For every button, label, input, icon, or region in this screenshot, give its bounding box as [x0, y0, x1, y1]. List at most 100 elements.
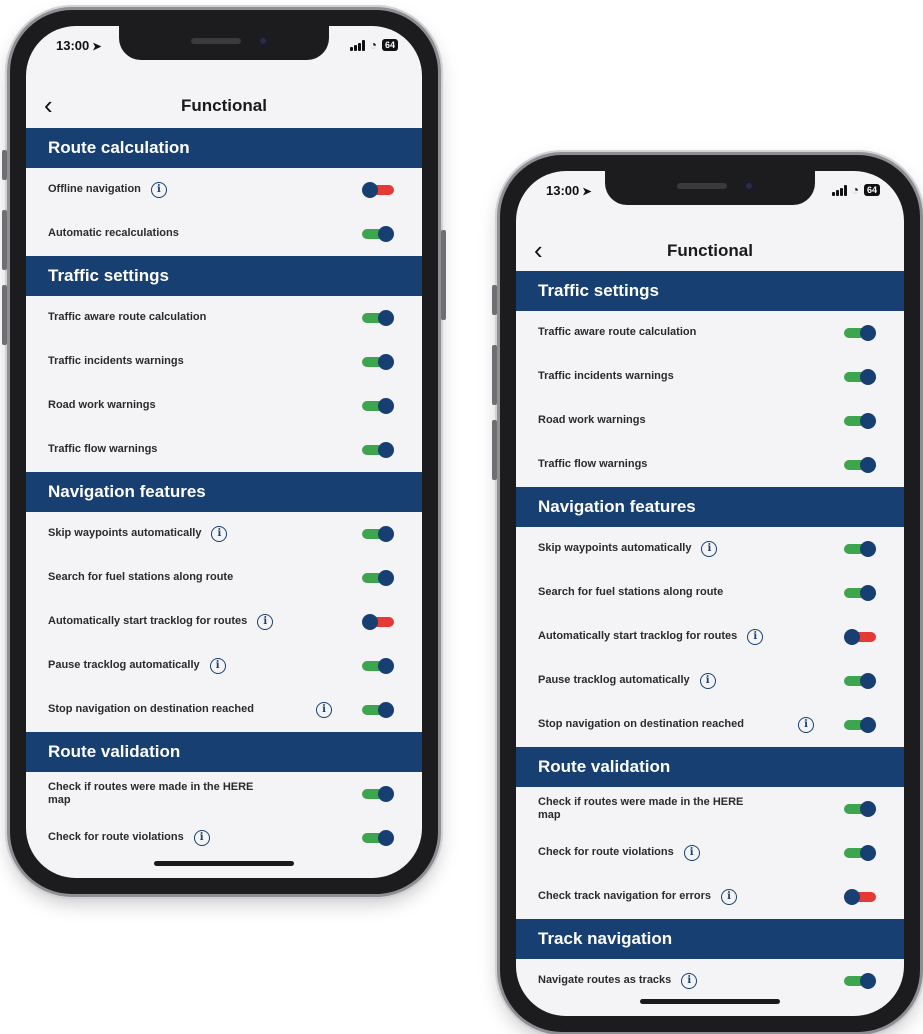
setting-row-skip-waypoints-automatically: Skip waypoints automatically i — [516, 527, 904, 571]
info-circle-icon[interactable]: i — [257, 613, 274, 630]
setting-row-pause-tracklog-automatically: Pause tracklog automatically i — [26, 644, 422, 688]
setting-label: Skip waypoints automatically — [48, 527, 202, 539]
toggle-switch[interactable] — [362, 786, 394, 802]
setting-label: Traffic flow warnings — [48, 443, 158, 455]
toggle-switch[interactable] — [844, 629, 876, 645]
toggle-switch[interactable] — [362, 310, 394, 326]
status-time: 13:00 ➤ — [56, 38, 101, 53]
toggle-knob — [378, 526, 394, 542]
setting-label: Check track navigation for errors — [538, 890, 712, 902]
setting-label: Offline navigation — [48, 183, 141, 195]
toggle-switch[interactable] — [362, 442, 394, 458]
toggle-switch[interactable] — [844, 413, 876, 429]
setting-label: Stop navigation on destination reached — [538, 718, 744, 730]
power-button — [441, 230, 446, 320]
setting-label: Pause tracklog automatically — [48, 659, 200, 671]
toggle-switch[interactable] — [844, 717, 876, 733]
volume-down-button — [492, 420, 497, 480]
setting-row-pause-tracklog-automatically: Pause tracklog automatically i — [516, 659, 904, 703]
home-indicator[interactable] — [154, 861, 294, 866]
setting-label: Traffic incidents warnings — [48, 355, 184, 367]
setting-label: Stop navigation on destination reached — [48, 703, 254, 715]
info-circle-icon[interactable]: i — [683, 844, 700, 861]
setting-row-stop-navigation-on-destination-reached: Stop navigation on destination reached i — [516, 703, 904, 747]
section-header-track-navigation: Track navigation — [516, 919, 904, 959]
toggle-knob — [378, 226, 394, 242]
info-circle-icon[interactable]: i — [798, 716, 814, 733]
toggle-switch[interactable] — [844, 369, 876, 385]
info-circle-icon[interactable]: i — [681, 972, 698, 989]
setting-label: Traffic aware route calculation — [538, 326, 697, 338]
info-circle-icon[interactable]: i — [747, 628, 764, 645]
toggle-knob — [860, 801, 876, 817]
home-indicator[interactable] — [640, 999, 780, 1004]
settings-list: Route calculation Offline navigation i Auto… — [26, 128, 422, 860]
setting-row-offline-navigation: Offline navigation i — [26, 168, 422, 212]
mute-switch — [2, 150, 7, 180]
toggle-knob — [860, 541, 876, 557]
toggle-knob — [378, 310, 394, 326]
info-circle-icon[interactable]: i — [721, 888, 738, 905]
setting-row-search-for-fuel-stations-along-route: Search for fuel stations along route — [516, 571, 904, 615]
setting-label: Search for fuel stations along route — [538, 586, 724, 598]
info-circle-icon[interactable]: i — [211, 525, 228, 542]
toggle-switch[interactable] — [844, 845, 876, 861]
status-time: 13:00 ➤ — [546, 183, 591, 198]
toggle-switch[interactable] — [362, 570, 394, 586]
toggle-switch[interactable] — [844, 325, 876, 341]
toggle-switch[interactable] — [844, 889, 876, 905]
toggle-switch[interactable] — [844, 541, 876, 557]
info-circle-icon[interactable]: i — [316, 701, 332, 718]
setting-row-road-work-warnings: Road work warnings — [26, 384, 422, 428]
toggle-switch[interactable] — [362, 526, 394, 542]
battery-icon: 64 — [863, 184, 880, 196]
page-title: Functional — [667, 241, 753, 260]
phone-right: 13:00 ➤ ◔ 64 ‹ Functional Traffic setting… — [492, 155, 920, 1032]
setting-label: Check if routes were made in the HERE ma… — [48, 780, 254, 806]
info-circle-icon[interactable]: i — [209, 657, 226, 674]
toggle-knob — [860, 325, 876, 341]
info-circle-icon[interactable]: i — [701, 540, 718, 557]
toggle-switch[interactable] — [362, 658, 394, 674]
cellular-signal-icon — [831, 184, 847, 196]
section-header-navigation-features: Navigation features — [26, 472, 422, 512]
info-circle-icon[interactable]: i — [193, 829, 210, 846]
toggle-switch[interactable] — [844, 457, 876, 473]
toggle-knob — [378, 354, 394, 370]
toggle-switch[interactable] — [362, 702, 394, 718]
toggle-knob — [860, 413, 876, 429]
toggle-switch[interactable] — [362, 354, 394, 370]
setting-row-check-track-navigation-for-errors: Check track navigation for errors i — [516, 875, 904, 919]
toggle-switch[interactable] — [362, 182, 394, 198]
setting-label: Road work warnings — [48, 399, 156, 411]
toggle-switch[interactable] — [844, 673, 876, 689]
toggle-switch[interactable] — [362, 614, 394, 630]
toggle-switch[interactable] — [362, 398, 394, 414]
setting-row-navigate-routes-as-tracks: Navigate routes as tracks i — [516, 959, 904, 1003]
toggle-knob — [362, 182, 378, 198]
toggle-knob — [860, 673, 876, 689]
time-text: 13:00 — [56, 38, 90, 53]
toggle-switch[interactable] — [844, 801, 876, 817]
toggle-switch[interactable] — [362, 830, 394, 846]
info-circle-icon[interactable]: i — [699, 672, 716, 689]
mute-switch — [492, 285, 497, 315]
setting-row-traffic-incidents-warnings: Traffic incidents warnings — [26, 340, 422, 384]
notch — [605, 171, 815, 205]
section-header-navigation-features: Navigation features — [516, 487, 904, 527]
toggle-switch[interactable] — [844, 585, 876, 601]
setting-row-automatic-recalculations: Automatic recalculations — [26, 212, 422, 256]
toggle-switch[interactable] — [844, 973, 876, 989]
setting-row-automatically-start-tracklog-for-routes: Automatically start tracklog for routes i — [516, 615, 904, 659]
setting-row-road-work-warnings: Road work warnings — [516, 399, 904, 443]
nav-bar: ‹ Functional — [516, 227, 904, 275]
section-header-route-validation: Route validation — [26, 732, 422, 772]
info-circle-icon[interactable]: i — [150, 181, 167, 198]
wifi-icon: ◔ — [851, 183, 859, 197]
toggle-knob — [378, 442, 394, 458]
toggle-switch[interactable] — [362, 226, 394, 242]
time-text: 13:00 — [546, 183, 580, 198]
phone-left: 13:00 ➤ ◔ 64 ‹ Functional Route calculati… — [2, 10, 446, 894]
setting-row-traffic-flow-warnings: Traffic flow warnings — [516, 443, 904, 487]
location-arrow-icon: ➤ — [582, 186, 592, 198]
